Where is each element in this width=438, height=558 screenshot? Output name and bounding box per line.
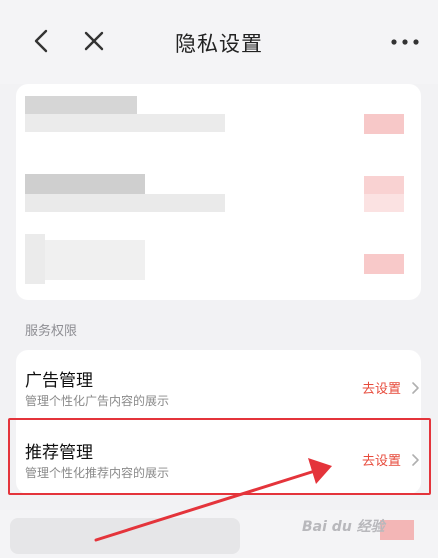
blurred-settings-card <box>16 84 421 300</box>
blurred-block <box>25 96 137 114</box>
blurred-block <box>364 194 404 212</box>
blurred-block <box>380 520 414 540</box>
blurred-block <box>25 174 145 194</box>
blurred-block <box>364 254 404 274</box>
list-item-ad-management[interactable]: 广告管理 管理个性化广告内容的展示 去设置 <box>16 350 421 420</box>
blurred-block <box>25 114 225 132</box>
watermark: Bai du 经验 <box>302 519 385 535</box>
page-title: 隐私设置 <box>175 32 263 56</box>
chevron-right-icon <box>412 382 419 394</box>
section-label: 服务权限 <box>25 324 78 339</box>
blurred-block <box>364 114 404 134</box>
blurred-block <box>10 518 240 554</box>
more-horizontal-icon[interactable] <box>388 36 422 48</box>
blurred-block <box>45 240 145 280</box>
row-subtitle: 管理个性化广告内容的展示 <box>25 394 170 408</box>
blurred-block <box>25 234 45 284</box>
go-settings-link[interactable]: 去设置 <box>362 378 401 397</box>
blurred-block <box>364 176 404 194</box>
row-title: 广告管理 <box>25 371 93 391</box>
blurred-block <box>25 194 225 212</box>
highlight-box <box>8 418 431 495</box>
